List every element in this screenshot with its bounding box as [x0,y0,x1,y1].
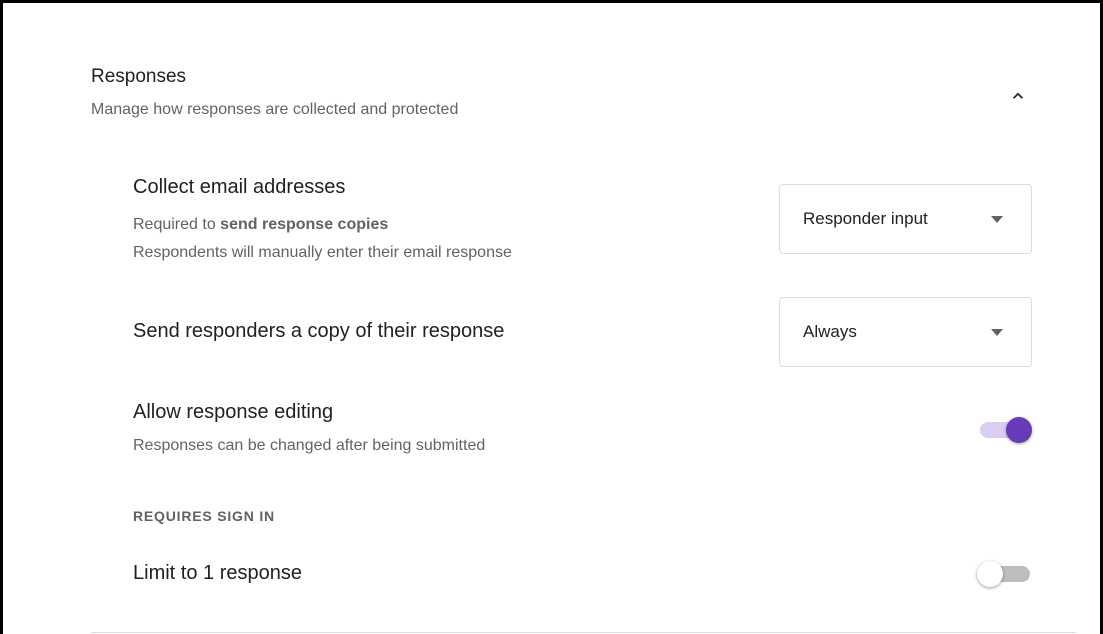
send-copy-select-value: Always [803,322,857,341]
section-title: Responses [91,66,187,87]
allow-editing-desc: Responses can be changed after being sub… [133,437,486,454]
allow-editing-title: Allow response editing [133,401,334,423]
dropdown-arrow-icon [991,329,1003,336]
collect-email-desc-bold: send response copies [220,216,389,233]
toggle-thumb [1006,417,1032,443]
collect-email-desc-line2: Respondents will manually enter their em… [133,244,512,261]
section-divider [91,632,1076,633]
allow-editing-toggle[interactable] [977,412,1033,448]
limit-one-response-title: Limit to 1 response [133,562,302,584]
collect-email-select[interactable]: Responder input [779,184,1032,254]
collect-email-title: Collect email addresses [133,176,346,198]
collect-email-desc-line1: Required to send response copies [133,216,388,234]
dropdown-arrow-icon [991,216,1003,223]
collect-email-desc-prefix: Required to [133,216,221,233]
send-copy-select[interactable]: Always [779,297,1032,367]
toggle-thumb [977,561,1003,587]
collect-email-select-value: Responder input [803,209,928,228]
limit-one-response-toggle[interactable] [977,556,1033,592]
section-subtitle: Manage how responses are collected and p… [91,101,459,118]
send-copy-title: Send responders a copy of their response [133,320,505,342]
requires-sign-in-label: REQUIRES SIGN IN [133,508,275,524]
chevron-up-icon [1013,92,1023,99]
collapse-section-button[interactable] [1000,78,1036,114]
